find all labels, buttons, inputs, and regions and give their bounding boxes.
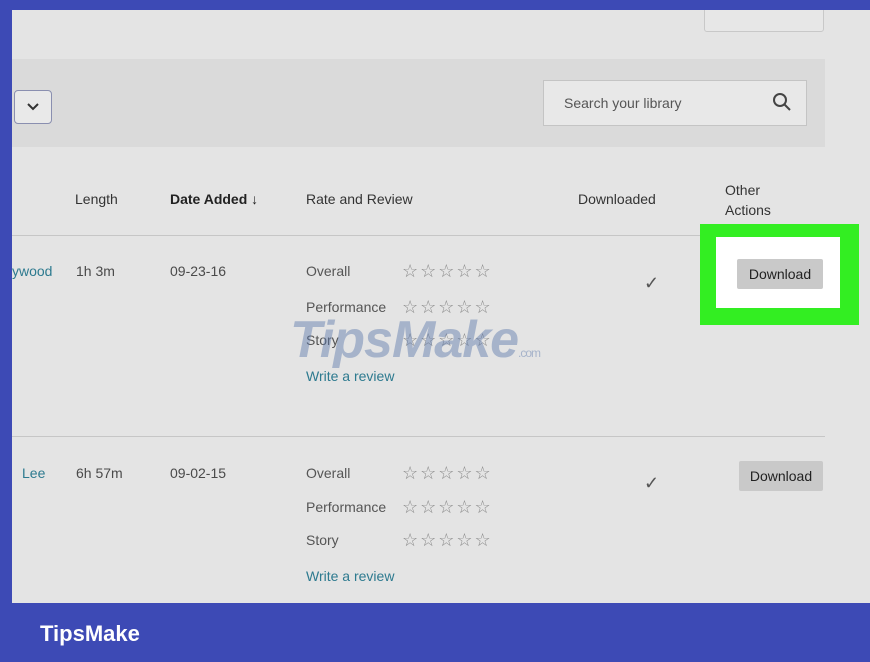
column-header-other-actions: Other Actions (725, 182, 771, 218)
row-divider (12, 436, 825, 437)
column-header-downloaded: Downloaded (578, 191, 656, 207)
brand-footer: TipsMake (0, 603, 870, 662)
search-icon[interactable] (772, 92, 792, 112)
book-title[interactable]: ywood (12, 263, 52, 279)
column-header-date-added[interactable]: Date Added ↓ (170, 191, 258, 207)
column-header-length[interactable]: Length (75, 191, 118, 207)
book-title[interactable]: Lee (22, 465, 45, 481)
download-button[interactable]: Download (739, 461, 823, 491)
rating-label-performance: Performance (306, 499, 387, 515)
frame-border-top (0, 0, 870, 10)
rating-label-story: Story (306, 532, 339, 548)
download-highlight: Download (700, 224, 859, 325)
performance-stars[interactable]: ☆☆☆☆☆ (402, 498, 493, 516)
library-panel: Search your library Length Date Added ↓ … (12, 10, 870, 603)
overall-stars[interactable]: ☆☆☆☆☆ (402, 262, 493, 280)
date-added-value: 09-23-16 (170, 263, 227, 279)
length-value: 1h 3m (76, 263, 115, 279)
watermark-text: TipsMake (290, 311, 519, 369)
search-placeholder: Search your library (564, 95, 682, 111)
write-review-link[interactable]: Write a review (306, 368, 394, 384)
overall-stars[interactable]: ☆☆☆☆☆ (402, 464, 493, 482)
watermark-suffix: .com (518, 346, 541, 360)
length-value: 6h 57m (76, 465, 123, 481)
download-button[interactable]: Download (737, 259, 823, 289)
story-stars[interactable]: ☆☆☆☆☆ (402, 531, 493, 549)
write-review-link[interactable]: Write a review (306, 568, 394, 584)
chevron-down-icon (27, 103, 39, 111)
date-added-value: 09-02-15 (170, 465, 227, 481)
column-header-rate-review: Rate and Review (306, 191, 413, 207)
frame-border-left (0, 0, 12, 662)
rating-label-overall: Overall (306, 263, 351, 279)
filter-dropdown[interactable] (14, 90, 52, 124)
brand-logo-text: TipsMake (40, 621, 140, 646)
downloaded-check-icon: ✓ (644, 473, 660, 493)
watermark: TipsMake.com (290, 310, 541, 370)
rating-label-overall: Overall (306, 465, 351, 481)
downloaded-check-icon: ✓ (644, 273, 660, 293)
search-input[interactable]: Search your library (543, 80, 807, 126)
top-right-button[interactable] (704, 10, 824, 32)
